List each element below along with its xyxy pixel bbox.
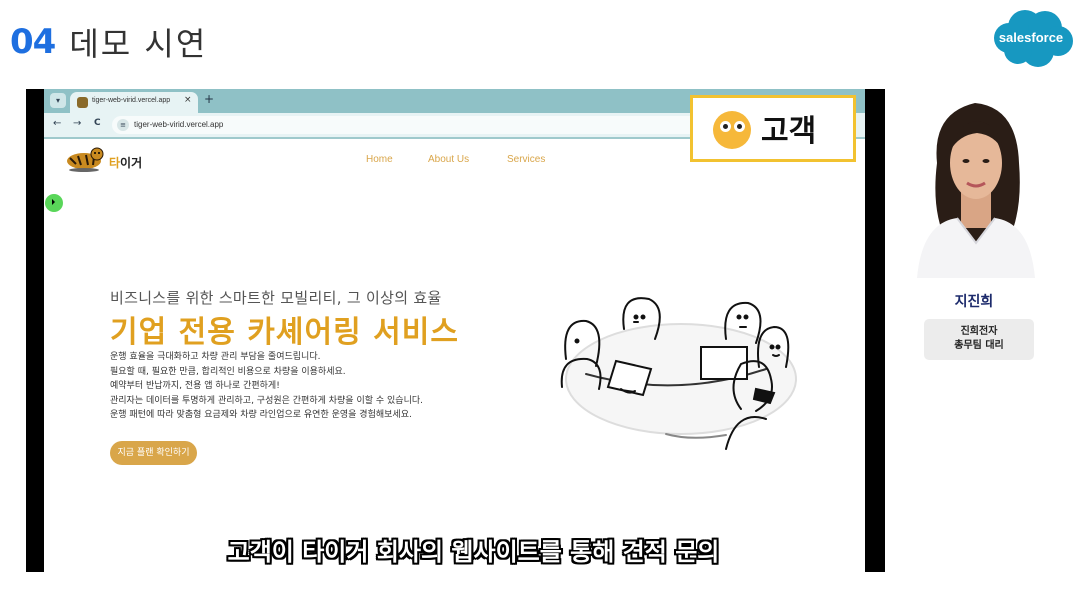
nav-about-link[interactable]: About Us xyxy=(428,154,469,165)
slide-number: 04 xyxy=(10,22,56,62)
new-tab-button[interactable]: + xyxy=(204,92,214,106)
reload-icon[interactable]: C xyxy=(94,118,101,128)
browser-tab[interactable]: tiger-web-virid.vercel.app × xyxy=(70,92,198,113)
salesforce-logo: salesforce xyxy=(987,8,1075,70)
tab-title: tiger-web-virid.vercel.app xyxy=(92,97,171,104)
meeting-illustration xyxy=(516,289,816,459)
site-info-icon[interactable]: ≡ xyxy=(117,119,129,131)
tiger-logo-icon[interactable] xyxy=(64,146,104,172)
role-badge: 고객 xyxy=(690,95,856,162)
site-brand-rest: 이거 xyxy=(120,156,143,170)
browser-window: ▾ tiger-web-virid.vercel.app × + ← → C ≡… xyxy=(44,89,865,572)
presenter-photo xyxy=(917,93,1035,278)
forward-icon[interactable]: → xyxy=(73,118,81,129)
site-brand-name[interactable]: 타이거 xyxy=(109,154,142,171)
role-label: 고객 xyxy=(761,114,817,149)
presenter-position: 총무팀 대리 xyxy=(954,340,1004,351)
video-caption: 고객이 타이거 회사의 웹사이트를 통해 견적 문의 xyxy=(227,538,720,566)
hero-desc-line: 필요할 때, 필요한 만큼, 합리적인 비용으로 차량을 이용하세요. xyxy=(110,366,346,377)
hero-title: 기업 전용 카셰어링 서비스 xyxy=(110,315,459,350)
presenter-info-card: 진희전자 총무팀 대리 xyxy=(924,319,1034,360)
nav-services-link[interactable]: Services xyxy=(507,154,545,165)
salesforce-logo-text: salesforce xyxy=(998,30,1064,45)
presenter-name: 지진희 xyxy=(954,294,994,310)
nav-home-link[interactable]: Home xyxy=(366,154,393,165)
close-tab-icon[interactable]: × xyxy=(184,95,192,105)
hero-desc-line: 관리자는 데이터를 투명하게 관리하고, 구성원은 간편하게 차량을 이할 수 … xyxy=(110,395,423,406)
presenter-company: 진희전자 xyxy=(960,326,998,337)
hero-desc-line: 운행 패턴에 따라 맞춤형 요금제와 차량 라인업으로 유연한 운영을 경험해보… xyxy=(110,410,412,420)
slide-title: 04 데모 시연 xyxy=(10,20,207,64)
face-emoji-icon xyxy=(713,111,751,149)
hero-desc-line: 예약부터 반납까지, 전용 앱 하나로 간편하게! xyxy=(110,381,280,391)
hero-subtitle: 비즈니스를 위한 스마트한 모빌리티, 그 이상의 효율 xyxy=(110,289,442,307)
demo-video: ▾ tiger-web-virid.vercel.app × + ← → C ≡… xyxy=(26,89,885,572)
url-text: tiger-web-virid.vercel.app xyxy=(134,120,224,129)
plan-cta-button[interactable]: 지금 플랜 확인하기 xyxy=(110,441,197,465)
hero-description: 운행 효율을 극대화하고 차량 관리 부담을 줄여드립니다. 필요할 때, 필요… xyxy=(110,350,423,423)
site-brand-accent: 타 xyxy=(109,156,121,170)
back-icon[interactable]: ← xyxy=(53,118,61,129)
tiger-favicon-icon xyxy=(77,97,88,108)
hero-desc-line: 운행 효율을 극대화하고 차량 관리 부담을 줄여드립니다. xyxy=(110,352,321,362)
slide-heading: 데모 시연 xyxy=(69,25,208,63)
mouse-cursor-highlight xyxy=(45,194,63,212)
tab-search-button[interactable]: ▾ xyxy=(50,93,66,108)
